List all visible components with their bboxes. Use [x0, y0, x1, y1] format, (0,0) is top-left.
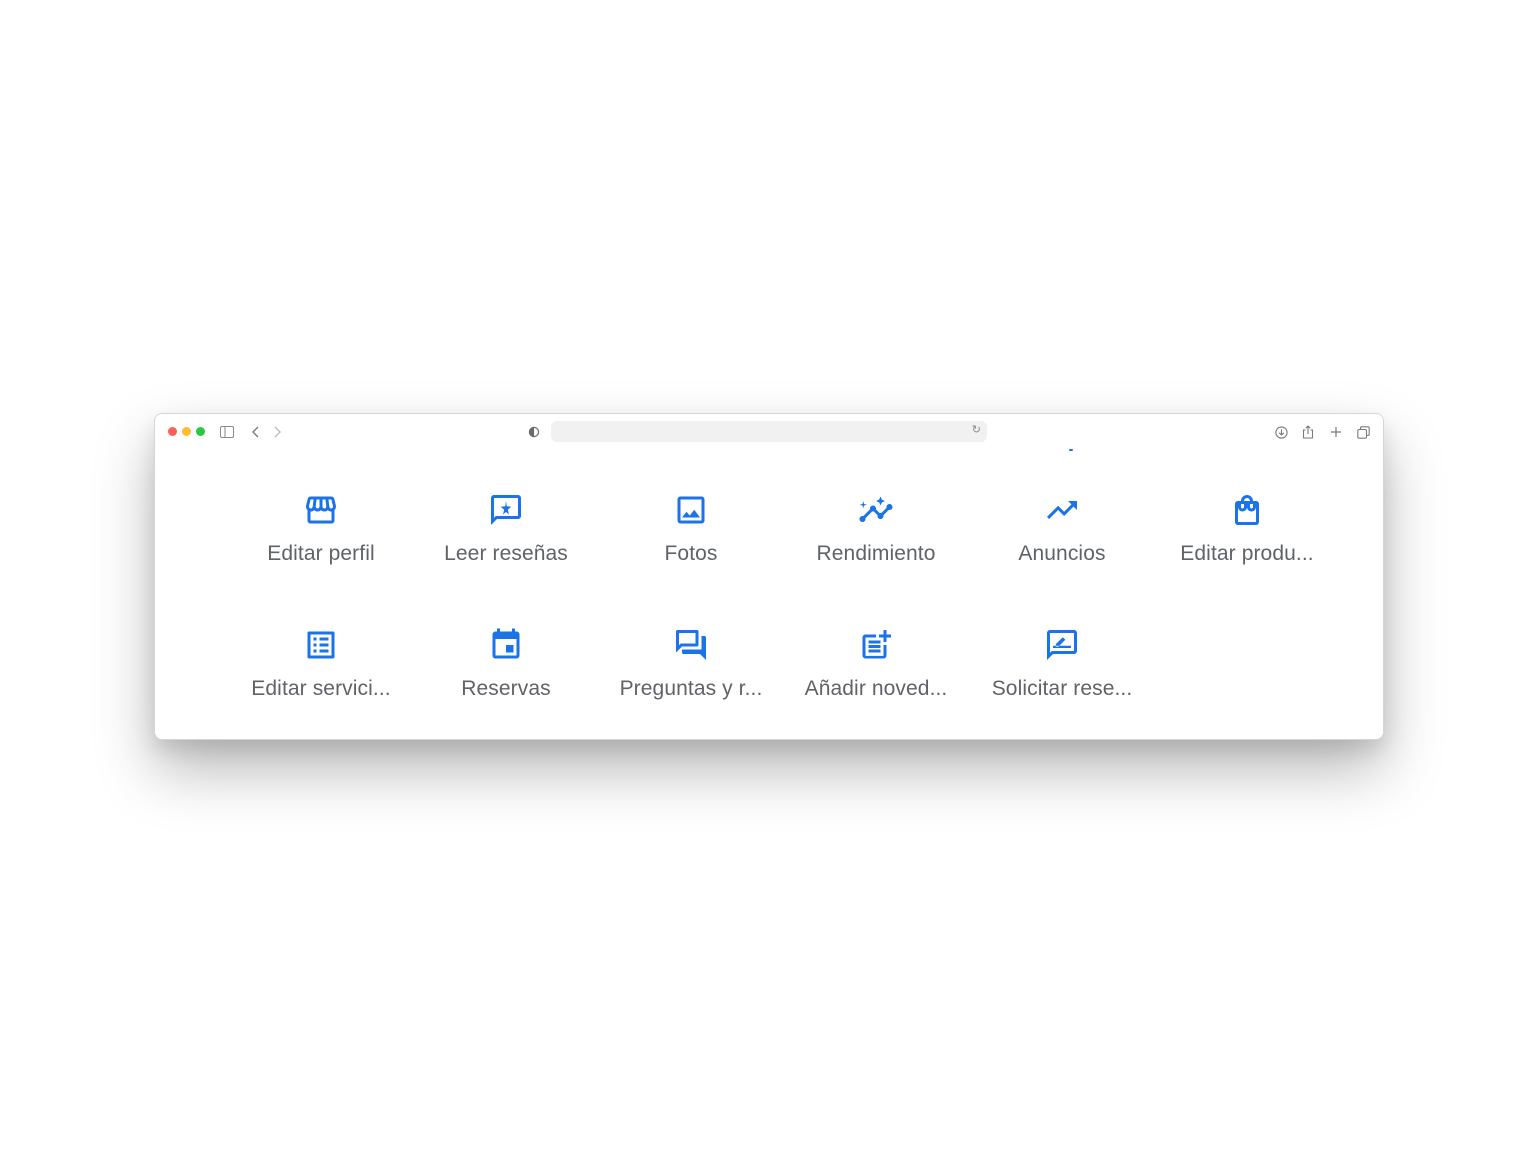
action-label: Solicitar rese... — [991, 677, 1133, 700]
action-label: Editar servici... — [251, 677, 391, 700]
forum-icon — [673, 627, 709, 663]
action-label: Reservas — [461, 677, 551, 700]
trending-up-icon — [1044, 492, 1080, 528]
action-label: Editar produ... — [1180, 542, 1314, 565]
action-label: Leer reseñas — [444, 542, 568, 565]
action-add-update[interactable]: Añadir noved... — [786, 627, 966, 727]
action-edit-services[interactable]: Editar servici... — [231, 627, 411, 727]
insights-icon — [858, 492, 894, 528]
action-label: Añadir noved... — [804, 677, 948, 700]
action-label: Anuncios — [1018, 542, 1106, 565]
action-edit-profile[interactable]: Editar perfil — [231, 492, 411, 592]
action-performance[interactable]: Rendimiento — [786, 492, 966, 592]
rate-review-icon — [1044, 627, 1080, 663]
action-questions-answers[interactable]: Preguntas y r... — [601, 627, 781, 727]
storefront-icon — [303, 492, 339, 528]
action-label: Rendimiento — [816, 542, 936, 565]
browser-window: ↻ Editar perfil Leer reseñas Fotos Rendi… — [154, 413, 1384, 740]
action-edit-products[interactable]: Editar produ... — [1157, 492, 1337, 592]
action-photos[interactable]: Fotos — [601, 492, 781, 592]
action-request-reviews[interactable]: Solicitar rese... — [972, 627, 1152, 727]
business-actions-grid: Editar perfil Leer reseñas Fotos Rendimi… — [155, 414, 1383, 739]
action-label: Preguntas y r... — [619, 677, 763, 700]
action-label: Fotos — [664, 542, 718, 565]
action-ads[interactable]: Anuncios — [972, 492, 1152, 592]
action-bookings[interactable]: Reservas — [416, 627, 596, 727]
list-icon — [303, 627, 339, 663]
review-star-icon — [488, 492, 524, 528]
shopping-bag-icon — [1229, 492, 1265, 528]
calendar-icon — [488, 627, 524, 663]
image-icon — [673, 492, 709, 528]
action-label: Editar perfil — [267, 542, 375, 565]
post-add-icon — [858, 627, 894, 663]
action-read-reviews[interactable]: Leer reseñas — [416, 492, 596, 592]
